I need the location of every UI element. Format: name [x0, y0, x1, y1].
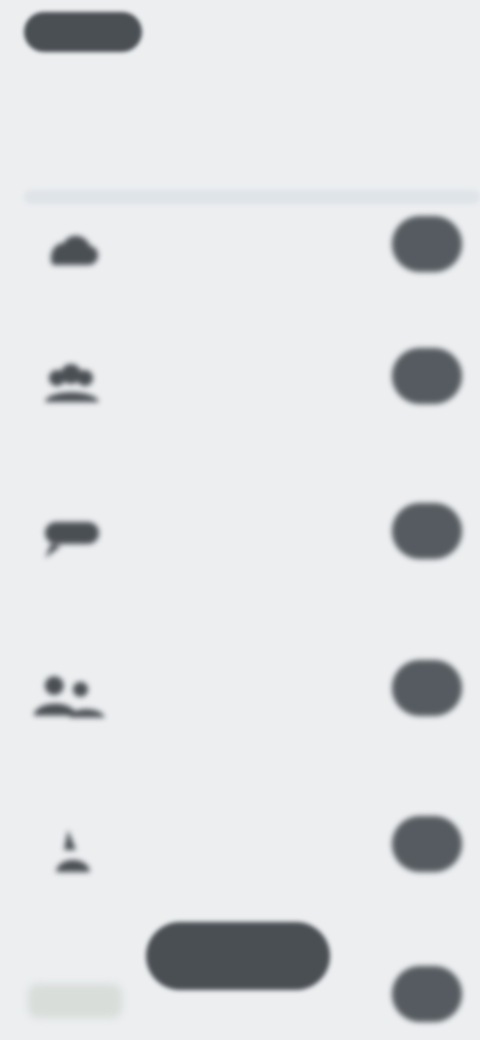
floating-pill-button[interactable] [146, 922, 330, 990]
settings-row[interactable] [0, 632, 480, 762]
row-title [146, 826, 366, 846]
header-subtitle [28, 78, 42, 100]
row-subtitle [146, 856, 366, 872]
toggle-pill[interactable] [392, 503, 462, 559]
row-subtitle [146, 700, 366, 716]
settings-row[interactable] [0, 475, 480, 605]
row-title [146, 358, 366, 378]
toggle-pill[interactable] [392, 966, 462, 1022]
toggle-pill[interactable] [392, 348, 462, 404]
row-subtitle [146, 388, 366, 404]
toggle-pill[interactable] [392, 216, 462, 272]
back-button[interactable] [24, 12, 142, 52]
person-icon [28, 816, 118, 886]
group-icon [28, 348, 118, 418]
people-icon [28, 660, 118, 730]
toggle-pill[interactable] [392, 816, 462, 872]
settings-row[interactable] [0, 188, 480, 318]
row-title [146, 513, 366, 533]
header-action[interactable] [358, 24, 444, 36]
screen [0, 0, 480, 1040]
row-title [146, 670, 366, 690]
header [0, 0, 480, 120]
toggle-pill[interactable] [392, 660, 462, 716]
cloud-icon [28, 216, 118, 286]
row-subtitle [146, 543, 366, 559]
settings-row[interactable] [0, 788, 480, 918]
tag-icon [28, 984, 122, 1018]
section-title [24, 150, 184, 168]
chat-icon [28, 503, 118, 573]
row-subtitle [146, 256, 366, 272]
settings-row[interactable] [0, 320, 480, 450]
row-title [146, 226, 366, 246]
